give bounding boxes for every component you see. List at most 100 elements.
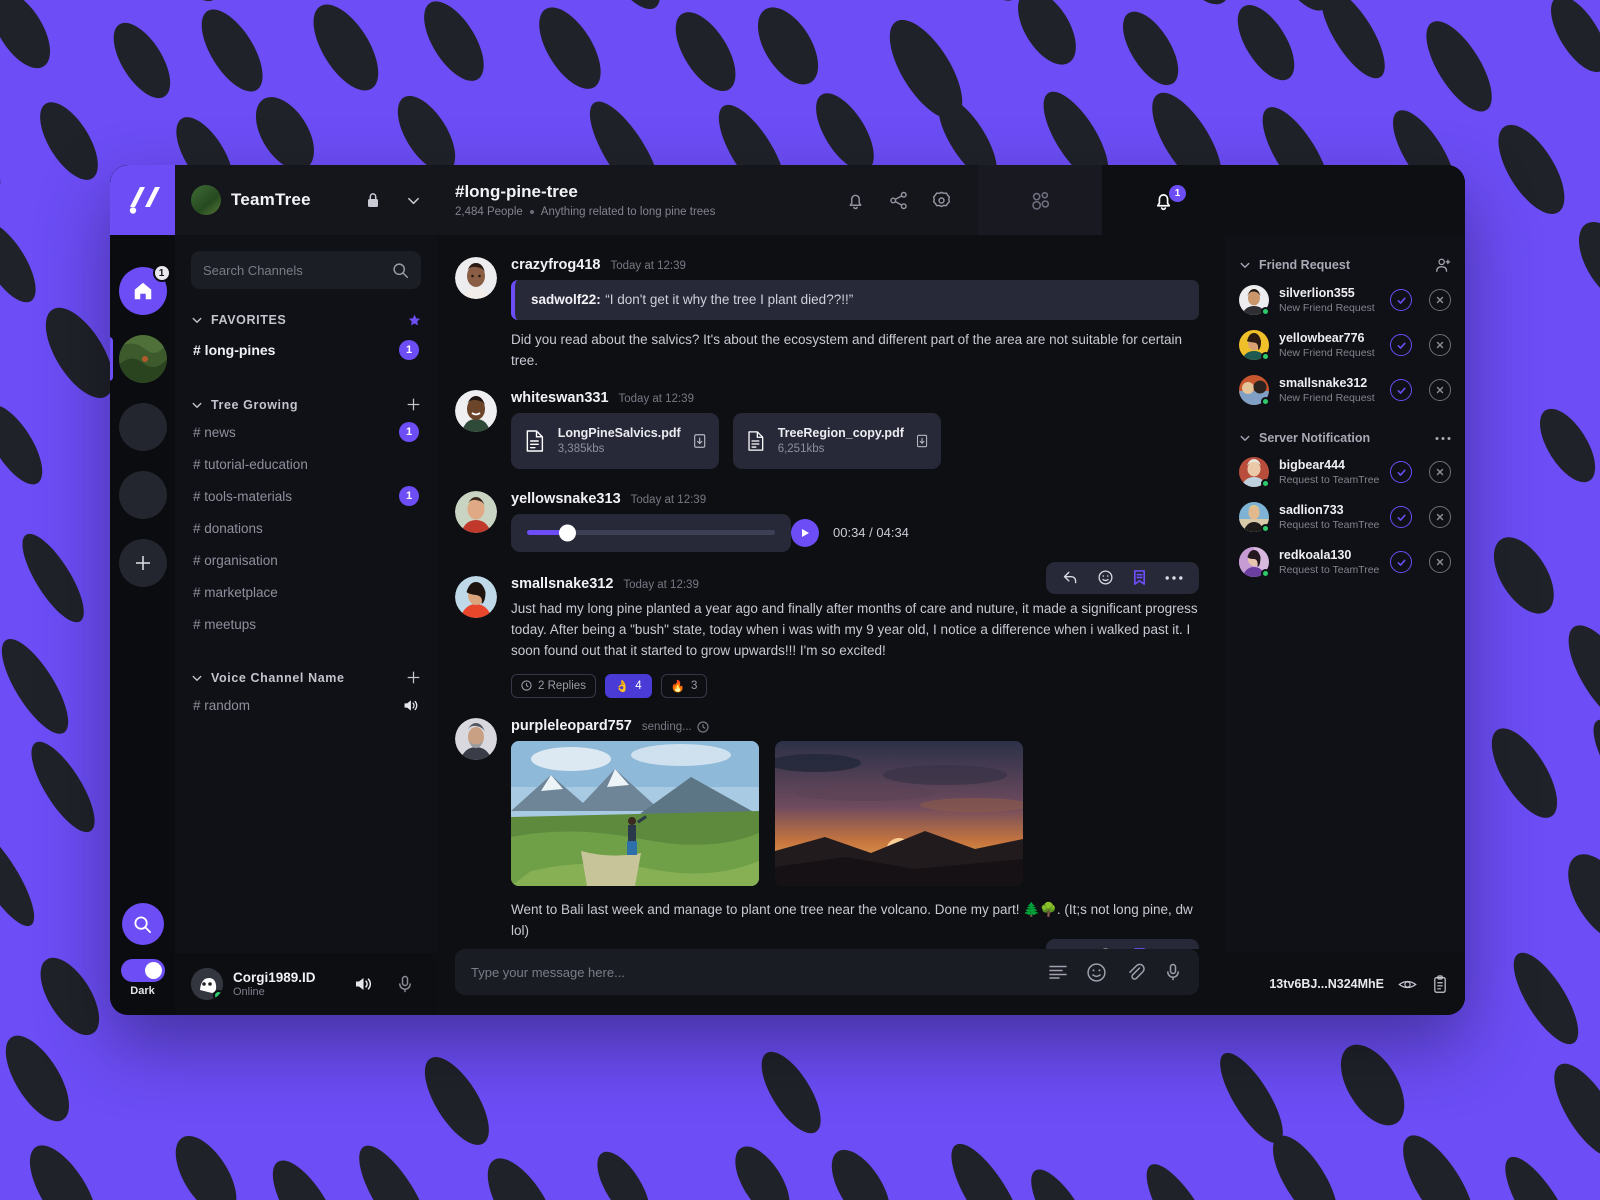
reject-button[interactable] <box>1429 506 1451 528</box>
accept-button[interactable] <box>1390 334 1412 356</box>
accept-button[interactable] <box>1390 551 1412 573</box>
add-person-icon[interactable] <box>1435 257 1451 273</box>
sidebar-item-donations[interactable]: # donations <box>191 512 421 544</box>
group-header-server-notification[interactable]: Server Notification <box>1239 431 1451 445</box>
replies-button[interactable]: 2 Replies <box>511 673 596 698</box>
file-attachment[interactable]: LongPineSalvics.pdf 3,385kbs <box>511 412 719 469</box>
sidebar-item-marketplace[interactable]: # marketplace <box>191 576 421 608</box>
avatar[interactable] <box>1239 330 1270 361</box>
avatar[interactable] <box>455 389 497 432</box>
app-logo[interactable] <box>110 165 175 235</box>
reply-icon[interactable] <box>1062 569 1079 586</box>
download-icon[interactable] <box>916 432 928 450</box>
microphone-icon[interactable] <box>395 974 415 994</box>
search-input[interactable] <box>203 262 384 278</box>
clipboard-icon[interactable] <box>1431 974 1449 994</box>
avatar[interactable] <box>455 717 497 760</box>
avatar[interactable] <box>1239 285 1270 316</box>
file-attachment[interactable]: TreeRegion_copy.pdf 6,251kbs <box>733 412 941 469</box>
sidebar-item-long-pines[interactable]: # long-pines 1 <box>191 331 421 369</box>
play-button[interactable] <box>791 518 819 547</box>
dark-mode-toggle[interactable]: Dark <box>120 959 165 997</box>
share-icon[interactable] <box>888 190 909 211</box>
reaction-fire[interactable]: 🔥 3 <box>660 673 708 698</box>
speaker-icon[interactable] <box>402 697 419 714</box>
microphone-icon[interactable] <box>1163 962 1183 982</box>
check-icon <box>1397 514 1406 521</box>
request-subtitle: Request to TeamTree <box>1279 519 1380 531</box>
emoji-icon[interactable] <box>1086 962 1107 983</box>
add-channel-icon[interactable] <box>406 670 421 685</box>
avatar[interactable] <box>1239 457 1270 488</box>
reject-button[interactable] <box>1429 334 1451 356</box>
more-icon[interactable] <box>1435 436 1451 441</box>
avatar[interactable] <box>455 490 497 533</box>
image-attachment[interactable] <box>511 740 759 886</box>
emoji-icon[interactable] <box>1097 569 1114 586</box>
download-icon[interactable] <box>693 432 706 450</box>
quoted-message[interactable]: sadwolf22: “I don't get it why the tree … <box>511 280 1199 320</box>
save-icon[interactable] <box>1132 947 1147 949</box>
accept-button[interactable] <box>1390 379 1412 401</box>
avatar[interactable] <box>1239 547 1270 578</box>
audio-progress-knob[interactable] <box>559 524 577 542</box>
avatar[interactable] <box>455 257 497 299</box>
sidebar-item-organisation[interactable]: # organisation <box>191 544 421 576</box>
sidebar-item-news[interactable]: # news 1 <box>191 416 421 448</box>
sidebar-item-meetups[interactable]: # meetups <box>191 608 421 640</box>
reject-button[interactable] <box>1429 379 1451 401</box>
message-input[interactable] <box>471 964 1030 980</box>
avatar[interactable] <box>191 968 223 1000</box>
rail-item-server-empty-2[interactable] <box>118 471 167 519</box>
sidebar-item-random[interactable]: # random <box>191 689 421 721</box>
server-notification-item: bigbear444 Request to TeamTree <box>1239 457 1451 488</box>
background-blob <box>664 2 749 101</box>
notifications-button[interactable]: 1 <box>1102 165 1225 235</box>
speaker-icon[interactable] <box>353 974 373 994</box>
more-icon[interactable] <box>1165 575 1183 581</box>
search-channels-box[interactable] <box>191 251 421 289</box>
avatar[interactable] <box>455 575 497 618</box>
reject-button[interactable] <box>1429 551 1451 573</box>
avatar[interactable] <box>1239 375 1270 406</box>
attachment-icon[interactable] <box>1125 962 1145 982</box>
channel-name: # news <box>193 424 236 440</box>
accept-button[interactable] <box>1390 461 1412 483</box>
reaction-ok-hand[interactable]: 👌 4 <box>604 673 652 698</box>
group-header-friend-request[interactable]: Friend Request <box>1239 257 1451 273</box>
text-format-icon[interactable] <box>1048 964 1068 980</box>
message-composer[interactable] <box>455 949 1199 995</box>
add-server-button[interactable] <box>118 539 167 587</box>
eye-icon[interactable] <box>1398 975 1417 994</box>
group-header-voice-channel[interactable]: Voice Channel Name <box>191 670 421 685</box>
sidebar-item-tools-materials[interactable]: # tools-materials 1 <box>191 480 421 512</box>
rail-item-server-teamtree[interactable] <box>118 335 167 383</box>
group-header-favorites[interactable]: FAVORITES <box>191 313 421 327</box>
audio-progress-slider[interactable] <box>527 524 775 542</box>
accept-button[interactable] <box>1390 506 1412 528</box>
members-toggle-button[interactable] <box>978 165 1102 235</box>
search-icon[interactable] <box>392 262 409 279</box>
avatar[interactable] <box>1239 502 1270 533</box>
rail-item-home[interactable]: 1 <box>118 264 171 315</box>
save-icon[interactable] <box>1132 569 1147 586</box>
background-blob <box>1020 1161 1104 1200</box>
rail-item-server-empty-1[interactable] <box>118 403 167 451</box>
file-name: LongPineSalvics.pdf <box>557 426 681 441</box>
server-header[interactable]: TeamTree <box>175 165 437 235</box>
bell-icon[interactable] <box>845 190 866 211</box>
global-search-button[interactable] <box>121 903 164 945</box>
reject-button[interactable] <box>1429 461 1451 483</box>
accept-button[interactable] <box>1390 289 1412 311</box>
chevron-down-icon[interactable] <box>406 193 421 208</box>
reply-icon[interactable] <box>1062 947 1079 949</box>
reject-button[interactable] <box>1429 289 1451 311</box>
toggle-track[interactable] <box>120 959 165 982</box>
sidebar-item-tutorial-education[interactable]: # tutorial-education <box>191 448 421 480</box>
close-icon <box>1436 558 1444 566</box>
add-channel-icon[interactable] <box>406 397 421 412</box>
image-attachment[interactable] <box>775 740 1023 886</box>
gear-icon[interactable] <box>931 190 952 211</box>
emoji-icon[interactable] <box>1097 947 1114 949</box>
group-header-tree-growing[interactable]: Tree Growing <box>191 397 421 412</box>
